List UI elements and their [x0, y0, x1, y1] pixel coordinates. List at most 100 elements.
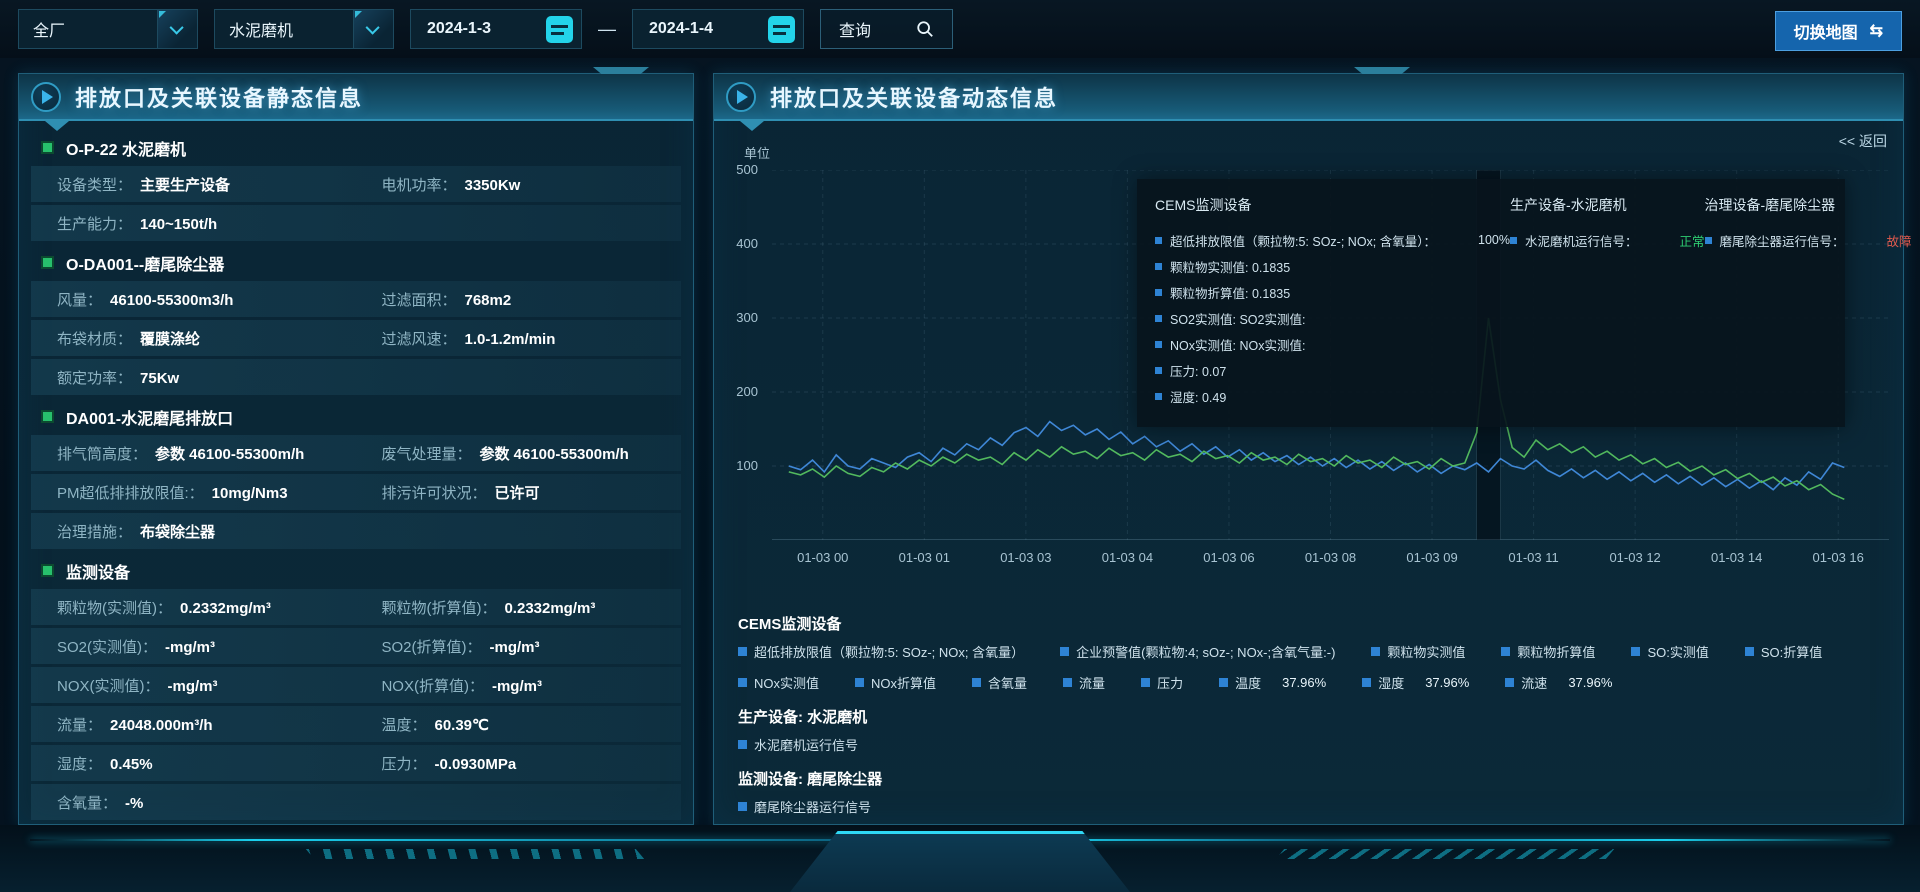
info-row: 额定功率：75Kw: [31, 359, 681, 395]
legend-square-icon: [1155, 315, 1162, 322]
dynamic-info-panel: 排放口及关联设备动态信息 << 返回 单位 100200300400500 01…: [713, 73, 1904, 825]
info-row: 生产能力：140~150t/h: [31, 205, 681, 241]
legend-item[interactable]: NOx实测值: [738, 673, 819, 692]
legend-item[interactable]: 颗粒物实测值: [1371, 642, 1465, 661]
legend-item[interactable]: SO:折算值: [1745, 642, 1822, 661]
legend-square-icon: [1219, 678, 1228, 687]
tooltip-item: SO2实测值: SO2实测值:: [1155, 305, 1510, 331]
info-field: 颗粒物(折算值)：0.2332mg/m³: [381, 597, 681, 618]
section-heading: 监测设备: [31, 552, 681, 589]
panel-tab-decoration: [1354, 67, 1410, 74]
tooltip-item-text: 颗粒物实测值: 0.1835: [1170, 257, 1290, 276]
chevron-glyph: [365, 21, 379, 35]
legend-item-label: SO:实测值: [1647, 642, 1708, 661]
field-label: 电机功率：: [381, 174, 456, 195]
legend-square-icon: [1371, 647, 1380, 656]
y-tick-label: 300: [714, 310, 758, 325]
tooltip-item-text: 磨尾除尘器运行信号：: [1720, 231, 1845, 250]
field-label: 设备类型：: [57, 174, 132, 195]
field-value: 3350Kw: [464, 177, 520, 194]
legend-square-icon: [1631, 647, 1640, 656]
play-icon: [726, 82, 756, 112]
field-label: NOX(折算值)：: [381, 675, 484, 696]
legend-item[interactable]: 压力: [1141, 673, 1183, 692]
legend-square-icon: [1155, 237, 1162, 244]
info-field: NOX(折算值)：-mg/m³: [381, 675, 681, 696]
field-label: 排污许可状况：: [381, 482, 486, 503]
end-date-input[interactable]: 2024-1-4: [632, 9, 804, 49]
switch-map-button[interactable]: 切换地图 ⇆: [1775, 11, 1902, 51]
query-button[interactable]: 查询: [820, 9, 953, 49]
legend-item[interactable]: 超低排放限值（颗拉物:5: SOz-; NOx; 含氧量）: [738, 642, 1024, 661]
calendar-icon[interactable]: [768, 16, 795, 43]
legend-item[interactable]: NOx折算值: [855, 673, 936, 692]
tooltip-item: NOx实测值: NOx实测值:: [1155, 331, 1510, 357]
tooltip-item-text: NOx实测值: NOx实测值:: [1170, 335, 1305, 354]
section-heading-label: DA001-水泥磨尾排放口: [66, 405, 233, 429]
info-field: 湿度：0.45%: [57, 753, 381, 774]
x-tick-label: 01-03 00: [778, 550, 868, 565]
info-field: 排污许可状况：已许可: [381, 482, 681, 503]
legend-item-label: 流量: [1079, 673, 1105, 692]
field-label: PM超低排排放限值:：: [57, 482, 204, 503]
legend-item[interactable]: 流量: [1063, 673, 1105, 692]
legend-item[interactable]: 企业预警值(颗粒物:4; sOz-; NOx-;含氧气量:-): [1060, 642, 1335, 661]
legend-item[interactable]: 水泥磨机运行信号: [738, 735, 858, 754]
legend-item[interactable]: 颗粒物折算值: [1501, 642, 1595, 661]
x-tick-label: 01-03 06: [1184, 550, 1274, 565]
green-square-icon: [41, 410, 54, 423]
info-field: 温度：60.39℃: [381, 714, 681, 735]
calendar-icon[interactable]: [546, 16, 573, 43]
field-label: 排气筒高度：: [57, 443, 147, 464]
x-tick-label: 01-03 03: [981, 550, 1071, 565]
panel-tab-decoration: [593, 67, 649, 74]
field-label: 湿度：: [57, 753, 102, 774]
legend-group-heading: CEMS监测设备: [738, 613, 1879, 634]
device-select-value: 水泥磨机: [229, 17, 293, 41]
info-row: SO2(实测值)：-mg/m³SO2(折算值)：-mg/m³: [31, 628, 681, 664]
x-axis-ticks: 01-03 0001-03 0101-03 0301-03 0401-03 06…: [772, 550, 1889, 570]
end-date-value: 2024-1-4: [649, 20, 713, 38]
info-row: 风量：46100-55300m3/h过滤面积：768m2: [31, 281, 681, 317]
plant-select[interactable]: 全厂: [18, 9, 198, 49]
info-field: 布袋材质：覆膜涤纶: [57, 328, 381, 349]
chevron-down-icon[interactable]: [353, 10, 393, 48]
legend-item[interactable]: 磨尾除尘器运行信号: [738, 797, 871, 816]
tooltip-item-text: 压力: 0.07: [1170, 361, 1226, 380]
green-square-icon: [41, 256, 54, 269]
dynamic-info-header: 排放口及关联设备动态信息: [714, 74, 1903, 121]
info-field: 含氧量：-%: [57, 792, 381, 813]
device-select[interactable]: 水泥磨机: [214, 9, 394, 49]
legend-item-value: 37.96%: [1425, 675, 1469, 690]
legend-item-label: 压力: [1157, 673, 1183, 692]
legend-item[interactable]: 湿度37.96%: [1362, 673, 1469, 692]
footer-decoration: [0, 825, 1920, 892]
field-label: 颗粒物(折算值)：: [381, 597, 496, 618]
chevron-glyph: [169, 21, 183, 35]
legend-group-heading: 生产设备: 水泥磨机: [738, 706, 1879, 727]
start-date-input[interactable]: 2024-1-3: [410, 9, 582, 49]
info-field: PM超低排排放限值:：10mg/Nm3: [57, 482, 381, 503]
legend-item[interactable]: 流速37.96%: [1505, 673, 1612, 692]
field-value: 主要生产设备: [140, 174, 230, 195]
x-tick-label: 01-03 16: [1793, 550, 1883, 565]
legend-item[interactable]: 含氧量: [972, 673, 1027, 692]
tooltip-column: 治理设备-磨尾除尘器磨尾除尘器运行信号：故障: [1705, 195, 1912, 411]
legend-item[interactable]: SO:实测值: [1631, 642, 1708, 661]
legend-group-heading: 监测设备: 磨尾除尘器: [738, 768, 1879, 789]
legend-item-value: 37.96%: [1568, 675, 1612, 690]
field-label: 含氧量：: [57, 792, 117, 813]
footer-wing-right: [1276, 849, 1614, 859]
info-field: 设备类型： 主要生产设备: [57, 174, 381, 195]
section-heading-label: 监测设备: [66, 559, 130, 583]
series-颗粒物实测值: [789, 422, 1845, 490]
field-label: 压力：: [381, 753, 426, 774]
static-info-header: 排放口及关联设备静态信息: [19, 74, 693, 121]
back-link[interactable]: << 返回: [1839, 131, 1887, 151]
tooltip-item: 水泥磨机运行信号：正常: [1510, 227, 1705, 253]
x-tick-label: 01-03 08: [1286, 550, 1376, 565]
chevron-down-icon[interactable]: [157, 10, 197, 48]
legend-item[interactable]: 温度37.96%: [1219, 673, 1326, 692]
query-button-label: 查询: [839, 17, 871, 41]
tooltip-column: CEMS监测设备超低排放限值（颗拉物:5: SOz-; NOx; 含氧量）：10…: [1155, 195, 1510, 411]
